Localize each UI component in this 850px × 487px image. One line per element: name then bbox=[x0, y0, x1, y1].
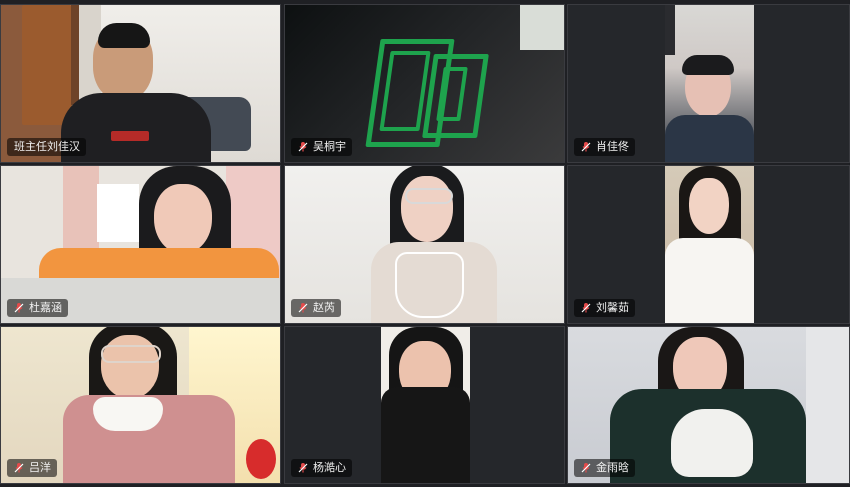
muted-microphone-icon bbox=[580, 302, 592, 314]
participant-tile-xiao-jiatong[interactable]: 肖佳佟 bbox=[567, 4, 850, 163]
muted-microphone-icon bbox=[297, 302, 309, 314]
participant-name: 肖佳佟 bbox=[596, 140, 629, 153]
participant-tile-wu-tongyu[interactable]: 吴桐宇 bbox=[284, 4, 565, 163]
muted-microphone-icon bbox=[13, 462, 25, 474]
participant-name-tag: 杜嘉涵 bbox=[7, 299, 68, 317]
muted-microphone-icon bbox=[580, 141, 592, 153]
muted-microphone-icon bbox=[297, 141, 309, 153]
participant-name-tag: 杨澔心 bbox=[291, 459, 352, 477]
participant-grid: 班主任刘佳汉 吴桐宇 肖佳佟 杜嘉涵 赵芮 刘馨茹 吕洋 杨澔心 金雨晗 bbox=[0, 4, 850, 484]
participant-tile-yang-haoxin[interactable]: 杨澔心 bbox=[284, 326, 565, 484]
muted-microphone-icon bbox=[297, 462, 309, 474]
participant-tile-teacher[interactable]: 班主任刘佳汉 bbox=[0, 4, 281, 163]
participant-name: 杜嘉涵 bbox=[29, 301, 62, 314]
participant-name: 刘馨茹 bbox=[596, 301, 629, 314]
muted-microphone-icon bbox=[580, 462, 592, 474]
participant-name: 金雨晗 bbox=[596, 461, 629, 474]
participant-tile-jin-yuhan[interactable]: 金雨晗 bbox=[567, 326, 850, 484]
participant-name: 班主任刘佳汉 bbox=[14, 140, 80, 153]
participant-name: 赵芮 bbox=[313, 301, 335, 314]
participant-portrait bbox=[665, 5, 754, 162]
participant-tile-lv-yang[interactable]: 吕洋 bbox=[0, 326, 281, 484]
muted-microphone-icon bbox=[13, 302, 25, 314]
video-meeting-stage: 班主任刘佳汉 吴桐宇 肖佳佟 杜嘉涵 赵芮 刘馨茹 吕洋 杨澔心 金雨晗 bbox=[0, 0, 850, 487]
participant-name-tag: 金雨晗 bbox=[574, 459, 635, 477]
participant-name-tag: 赵芮 bbox=[291, 299, 341, 317]
participant-name-tag: 班主任刘佳汉 bbox=[7, 138, 86, 156]
participant-tile-du-jiahan[interactable]: 杜嘉涵 bbox=[0, 165, 281, 324]
participant-name: 吕洋 bbox=[29, 461, 51, 474]
participant-portrait bbox=[381, 327, 470, 483]
participant-name: 吴桐宇 bbox=[313, 140, 346, 153]
participant-name-tag: 吕洋 bbox=[7, 459, 57, 477]
participant-name-tag: 肖佳佟 bbox=[574, 138, 635, 156]
participant-name-tag: 吴桐宇 bbox=[291, 138, 352, 156]
participant-name-tag: 刘馨茹 bbox=[574, 299, 635, 317]
participant-tile-liu-xinru[interactable]: 刘馨茹 › bbox=[567, 165, 850, 324]
participant-portrait bbox=[665, 166, 754, 323]
participant-name: 杨澔心 bbox=[313, 461, 346, 474]
participant-tile-zhao-rui[interactable]: 赵芮 bbox=[284, 165, 565, 324]
